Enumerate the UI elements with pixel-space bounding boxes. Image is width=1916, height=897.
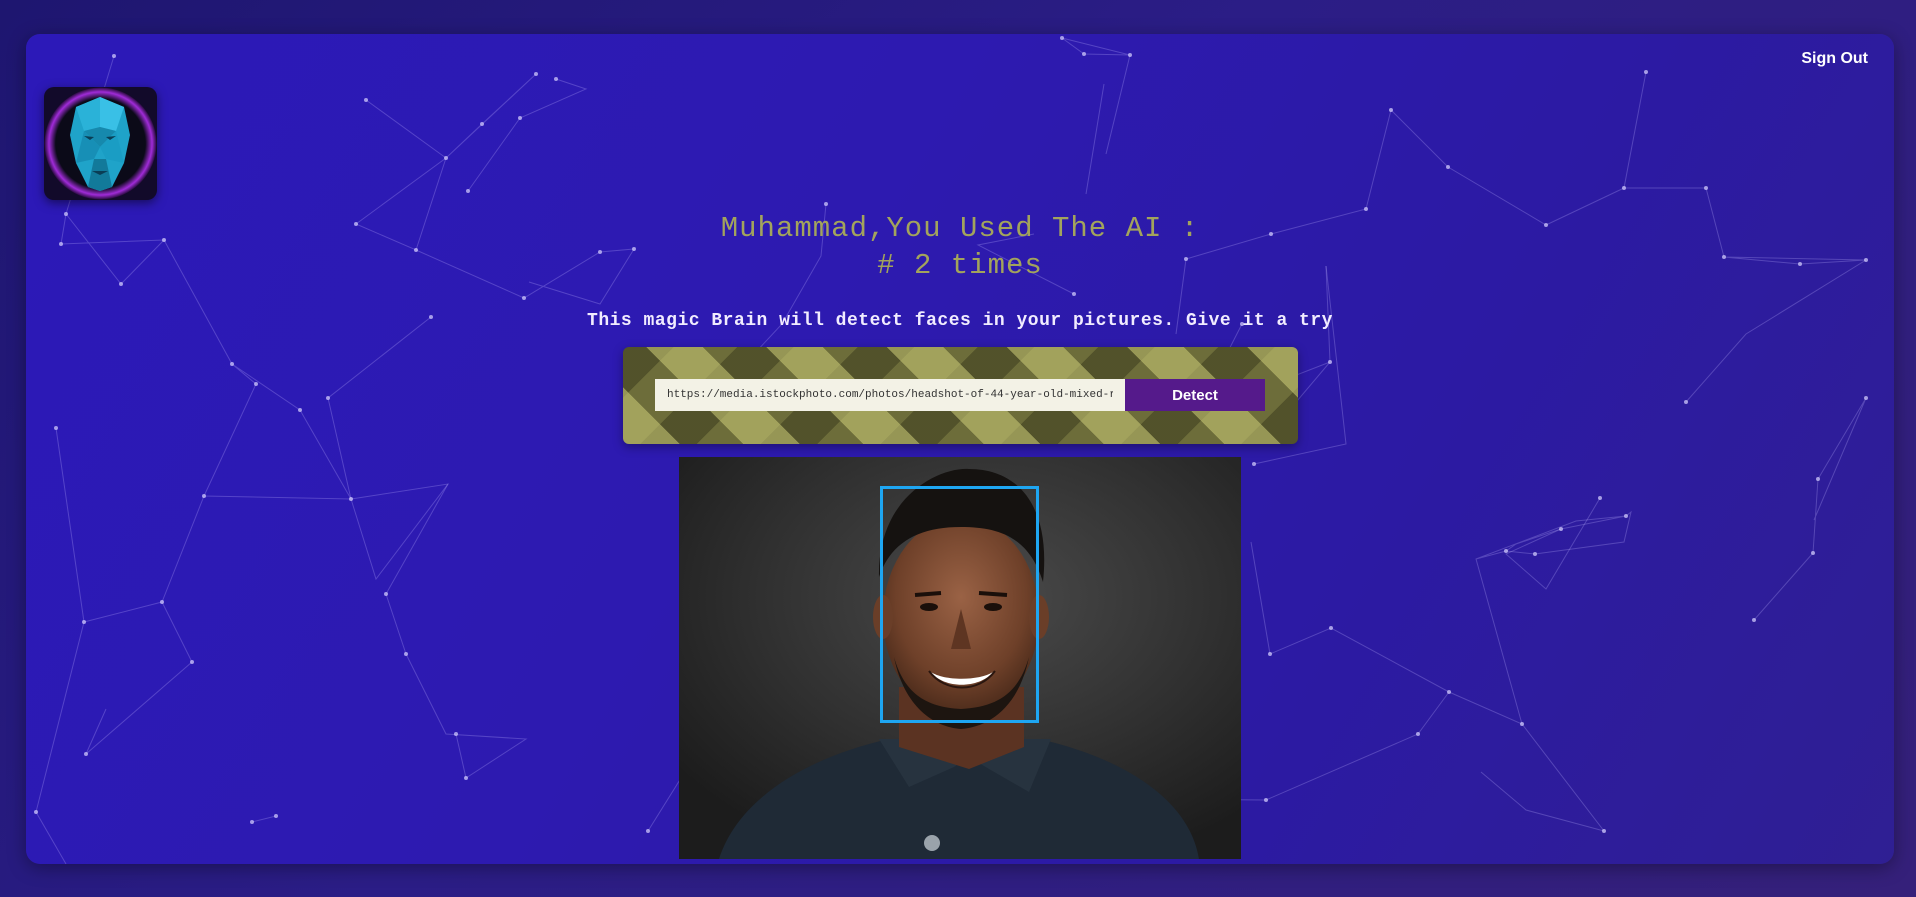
greeting-line-2: # 2 times bbox=[877, 249, 1043, 282]
face-bounding-box[interactable] bbox=[880, 486, 1039, 723]
face-mask-icon bbox=[44, 87, 157, 200]
image-url-input[interactable] bbox=[655, 379, 1125, 411]
tagline: This magic Brain will detect faces in yo… bbox=[587, 311, 1333, 331]
main-card: Sign Out Muhammad,You Used The AI : # 2 … bbox=[26, 34, 1894, 864]
image-url-form: Detect bbox=[623, 347, 1298, 444]
greeting-line-1: Muhammad,You Used The AI : bbox=[720, 212, 1200, 245]
usage-greeting: Muhammad,You Used The AI : # 2 times bbox=[26, 210, 1894, 284]
brain-logo bbox=[44, 87, 157, 200]
sign-out-link[interactable]: Sign Out bbox=[1801, 50, 1868, 68]
detect-button[interactable]: Detect bbox=[1125, 379, 1265, 411]
